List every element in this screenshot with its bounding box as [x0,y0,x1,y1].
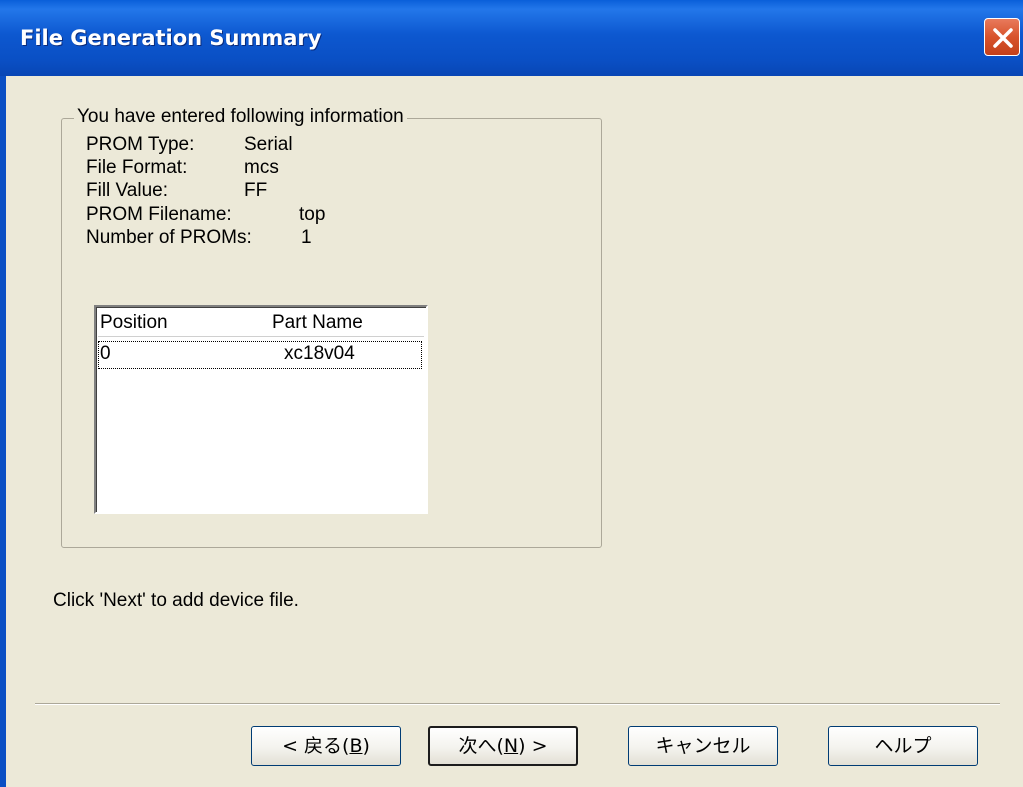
info-row-prom-filename: PROM Filename: top [86,204,325,225]
info-label: PROM Filename: [86,204,232,225]
close-icon [993,28,1013,48]
close-button[interactable] [984,18,1020,56]
column-header-position[interactable]: Position [100,312,168,334]
help-button-label: ヘルプ [874,735,932,757]
info-value: 1 [301,227,312,248]
next-button-label: 次へ( [458,735,504,757]
cell-position: 0 [100,343,111,364]
info-label: Fill Value: [86,180,169,201]
info-value: Serial [244,134,293,155]
info-row-fill-value: Fill Value: FF [86,180,267,201]
column-header-part-name[interactable]: Part Name [272,312,363,334]
help-button[interactable]: ヘルプ [828,726,978,766]
cancel-button[interactable]: キャンセル [628,726,778,766]
summary-legend: You have entered following information [74,106,407,128]
list-header: Position Part Name [98,309,424,337]
back-button-accelerator: B [349,735,363,757]
info-row-number-of-proms: Number of PROMs: 1 [86,227,312,248]
back-button[interactable]: < 戻る(B) [251,726,401,766]
info-value: top [299,204,326,225]
next-button-accelerator: N [503,735,519,757]
next-button[interactable]: 次へ(N) > [428,726,578,766]
info-row-file-format: File Format: mcs [86,157,279,178]
prom-list-view[interactable]: Position Part Name 0 xc18v04 [94,305,428,514]
cell-part-name: xc18v04 [284,343,355,364]
info-label: Number of PROMs: [86,227,252,248]
window-title: File Generation Summary [20,26,322,50]
cancel-button-label: キャンセル [655,735,751,757]
back-button-label-end: ) [362,735,370,757]
info-value: FF [244,180,268,201]
window-frame-left [0,76,6,787]
info-value: mcs [244,157,279,178]
title-bar[interactable]: File Generation Summary [0,0,1023,76]
list-row[interactable]: 0 xc18v04 [98,341,422,369]
next-button-label-end: ) > [518,735,548,757]
info-label: File Format: [86,157,188,178]
info-row-prom-type: PROM Type: Serial [86,134,293,155]
separator [35,703,1000,705]
back-button-label: < 戻る( [282,735,350,757]
info-label: PROM Type: [86,134,195,155]
instruction-text: Click 'Next' to add device file. [53,590,299,611]
